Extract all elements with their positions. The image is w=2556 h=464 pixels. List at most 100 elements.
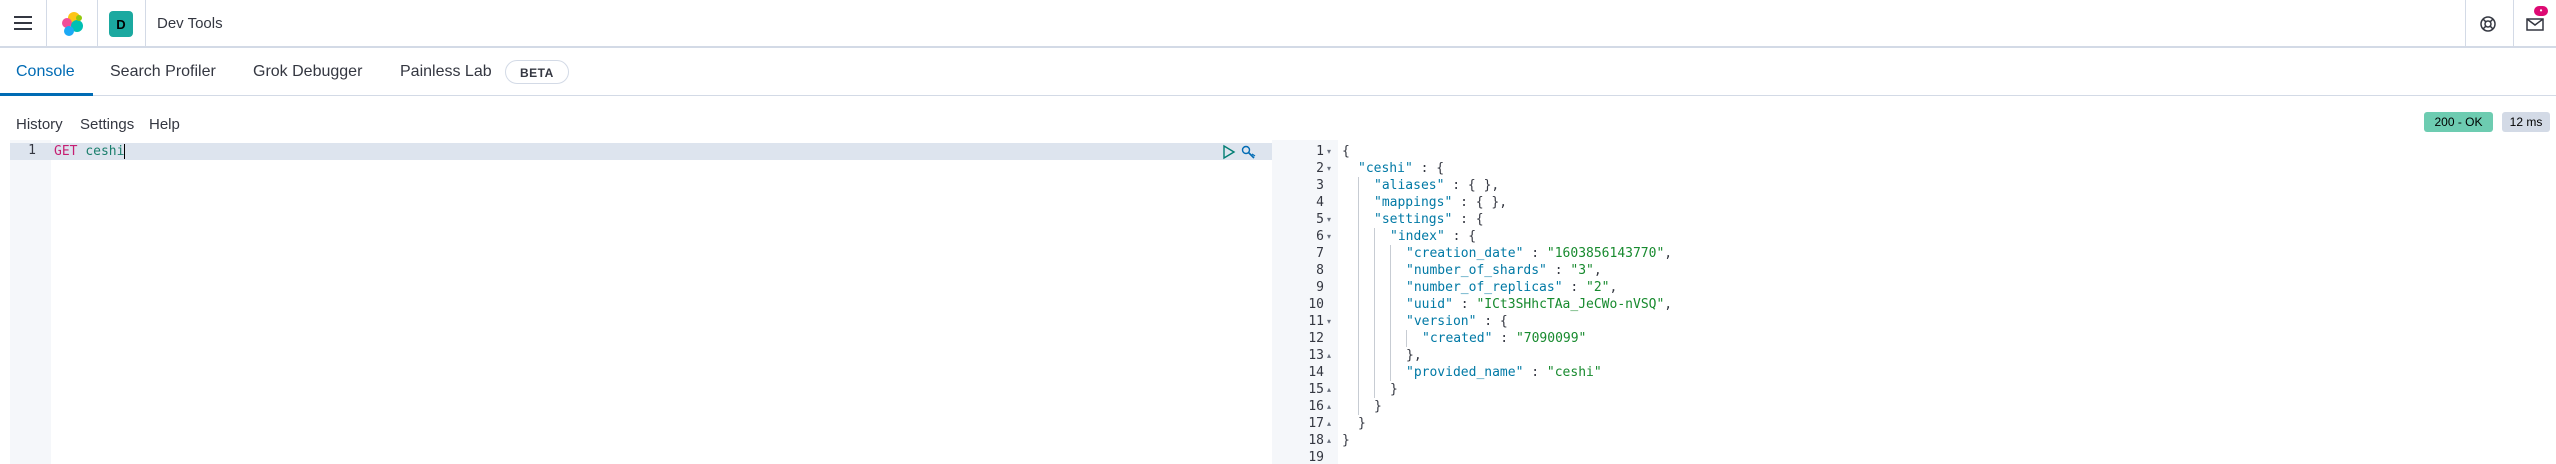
indent-guide: [1374, 330, 1375, 347]
indent-guide: [1390, 313, 1391, 330]
request-editor[interactable]: 1 GET ceshi: [10, 140, 1272, 464]
indent-guide: [1358, 313, 1359, 330]
indent-guide: [1358, 296, 1359, 313]
line-number: 6: [1316, 229, 1324, 244]
request-method: GET: [54, 144, 78, 159]
response-code-line[interactable]: "creation_date" : "1603856143770",: [1406, 245, 1672, 262]
indent-guide: [1390, 347, 1391, 364]
header-divider: [2513, 0, 2514, 48]
indent-guide: [1390, 262, 1391, 279]
response-code-line[interactable]: {: [1342, 143, 1350, 160]
line-number: 7: [1316, 246, 1324, 261]
settings-link[interactable]: Settings: [80, 116, 134, 133]
response-code-line[interactable]: },: [1406, 347, 1422, 364]
indent-guide: [1358, 364, 1359, 381]
fold-toggle-icon[interactable]: ▾: [1327, 164, 1331, 173]
line-number: 10: [1308, 297, 1324, 312]
indent-guide: [1406, 330, 1407, 347]
response-code-line[interactable]: "provided_name" : "ceshi": [1406, 364, 1602, 381]
line-number: 15: [1308, 382, 1324, 397]
response-code-line[interactable]: }: [1374, 398, 1382, 415]
history-link[interactable]: History: [16, 116, 63, 133]
request-line[interactable]: GET ceshi: [54, 143, 124, 160]
tab-painless-lab[interactable]: Painless Lab: [400, 63, 492, 81]
tab-search-profiler[interactable]: Search Profiler: [110, 63, 216, 81]
response-code-line[interactable]: "settings" : {: [1374, 211, 1484, 228]
indent-guide: [1374, 279, 1375, 296]
status-code-badge: 200 - OK: [2424, 112, 2493, 132]
indent-guide: [1358, 262, 1359, 279]
page-title[interactable]: Dev Tools: [157, 15, 223, 32]
indent-guide: [1358, 398, 1359, 415]
fold-toggle-icon[interactable]: ▴: [1327, 419, 1331, 428]
send-request-icon[interactable]: [1221, 144, 1237, 160]
line-number: 13: [1308, 348, 1324, 363]
header-divider: [97, 0, 98, 48]
fold-toggle-icon[interactable]: ▴: [1327, 402, 1331, 411]
help-icon[interactable]: [2477, 13, 2499, 35]
line-number: 16: [1308, 399, 1324, 414]
line-number: 3: [1316, 178, 1324, 193]
text-cursor: [124, 144, 125, 159]
line-number: 18: [1308, 433, 1324, 448]
response-code-line[interactable]: "number_of_shards" : "3",: [1406, 262, 1602, 279]
fold-toggle-icon[interactable]: ▴: [1327, 385, 1331, 394]
indent-guide: [1358, 279, 1359, 296]
response-time-badge: 12 ms: [2502, 112, 2550, 132]
editor-resizer[interactable]: [1272, 140, 1290, 464]
line-number: 17: [1308, 416, 1324, 431]
indent-guide: [1358, 347, 1359, 364]
fold-toggle-icon[interactable]: ▴: [1327, 351, 1331, 360]
response-code-line[interactable]: "created" : "7090099": [1422, 330, 1586, 347]
response-code-line[interactable]: "aliases" : { },: [1374, 177, 1499, 194]
line-number: 14: [1308, 365, 1324, 380]
fold-toggle-icon[interactable]: ▾: [1327, 232, 1331, 241]
response-code-line[interactable]: }: [1358, 415, 1366, 432]
indent-guide: [1390, 245, 1391, 262]
header-divider: [46, 0, 47, 48]
newsfeed-icon[interactable]: [2524, 13, 2546, 35]
indent-guide: [1358, 228, 1359, 245]
fold-toggle-icon[interactable]: ▾: [1327, 147, 1331, 156]
indent-guide: [1374, 296, 1375, 313]
tab-grok-debugger[interactable]: Grok Debugger: [253, 63, 362, 81]
menu-icon[interactable]: [14, 16, 32, 30]
fold-toggle-icon[interactable]: ▾: [1327, 317, 1331, 326]
app-header: D Dev Tools •: [0, 0, 2556, 48]
line-number: 1: [28, 143, 36, 158]
help-link[interactable]: Help: [149, 116, 180, 133]
fold-toggle-icon[interactable]: ▴: [1327, 436, 1331, 445]
response-code-line[interactable]: "ceshi" : {: [1358, 160, 1444, 177]
response-code-line[interactable]: "version" : {: [1406, 313, 1508, 330]
indent-guide: [1358, 245, 1359, 262]
line-number: 4: [1316, 195, 1324, 210]
notification-badge: •: [2534, 6, 2548, 16]
indent-guide: [1390, 330, 1391, 347]
indent-guide: [1358, 194, 1359, 211]
response-code-line[interactable]: }: [1390, 381, 1398, 398]
tab-console[interactable]: Console: [16, 63, 75, 81]
response-code-line[interactable]: }: [1342, 432, 1350, 449]
wrench-icon[interactable]: [1240, 144, 1256, 160]
dev-tools-tabs: Console Search Profiler Grok Debugger Pa…: [0, 50, 2556, 96]
line-number: 1: [1316, 144, 1324, 159]
response-code-line[interactable]: "mappings" : { },: [1374, 194, 1507, 211]
indent-guide: [1358, 211, 1359, 228]
space-avatar[interactable]: D: [109, 11, 133, 37]
indent-guide: [1374, 381, 1375, 398]
indent-guide: [1358, 330, 1359, 347]
fold-toggle-icon[interactable]: ▾: [1327, 215, 1331, 224]
line-number: 2: [1316, 161, 1324, 176]
response-code-line[interactable]: "index" : {: [1390, 228, 1476, 245]
indent-guide: [1390, 279, 1391, 296]
indent-guide: [1374, 364, 1375, 381]
indent-guide: [1390, 296, 1391, 313]
elastic-logo-icon[interactable]: [58, 10, 86, 38]
line-number: 5: [1316, 212, 1324, 227]
line-number: 12: [1308, 331, 1324, 346]
response-code-line[interactable]: "uuid" : "ICt3SHhcTAa_JeCWo-nVSQ",: [1406, 296, 1672, 313]
request-path: ceshi: [85, 144, 125, 159]
response-code-line[interactable]: "number_of_replicas" : "2",: [1406, 279, 1617, 296]
response-editor[interactable]: 1 ▾{2 ▾ "ceshi" : {3 "aliases" : { }, 4 "mappi…: [1290, 140, 2556, 464]
request-gutter: [10, 140, 51, 464]
